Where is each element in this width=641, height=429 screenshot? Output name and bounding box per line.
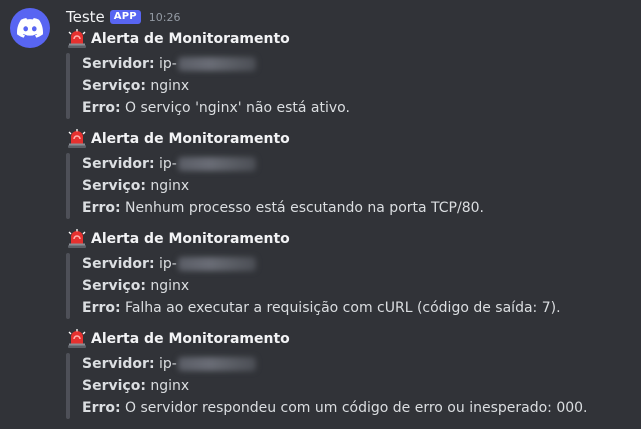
police-siren-icon	[68, 129, 86, 148]
redacted-hostname	[177, 57, 256, 71]
quote-bar	[66, 53, 70, 119]
service-line: Serviço: nginx	[82, 375, 189, 397]
error-value: O servidor respondeu com um código de er…	[125, 400, 588, 416]
alert-block: Alerta de Monitoramento Servidor: ip- Se…	[66, 229, 636, 329]
redacted-hostname	[177, 157, 256, 171]
server-line: Servidor: ip-	[82, 153, 256, 175]
author-name[interactable]: Teste	[66, 8, 105, 26]
error-line: Erro: Nenhum processo está escutando na …	[82, 197, 484, 219]
error-value: O serviço 'nginx' não está ativo.	[125, 100, 350, 116]
police-siren-icon	[68, 29, 86, 48]
message-content: Alerta de Monitoramento Servidor: ip- Se…	[66, 29, 636, 429]
server-label: Servidor:	[82, 156, 155, 172]
error-label: Erro:	[82, 400, 121, 416]
error-value: Falha ao executar a requisição com cURL …	[125, 300, 561, 316]
server-label: Servidor:	[82, 256, 155, 272]
server-line: Servidor: ip-	[82, 353, 256, 375]
service-label: Serviço:	[82, 78, 146, 94]
avatar[interactable]	[10, 8, 50, 48]
alert-title-text: Alerta de Monitoramento	[91, 131, 290, 147]
service-label: Serviço:	[82, 178, 146, 194]
redacted-hostname	[177, 357, 256, 371]
police-siren-icon	[68, 329, 86, 348]
alert-title-text: Alerta de Monitoramento	[91, 331, 290, 347]
alert-title-text: Alerta de Monitoramento	[91, 31, 290, 47]
alert-title: Alerta de Monitoramento	[66, 29, 636, 49]
error-label: Erro:	[82, 100, 121, 116]
server-value: ip-	[159, 256, 177, 272]
service-line: Serviço: nginx	[82, 275, 189, 297]
alert-title: Alerta de Monitoramento	[66, 229, 636, 249]
alert-block: Alerta de Monitoramento Servidor: ip- Se…	[66, 329, 636, 429]
error-line: Erro: O servidor respondeu com um código…	[82, 397, 588, 419]
alert-title-text: Alerta de Monitoramento	[91, 231, 290, 247]
police-siren-icon	[68, 229, 86, 248]
service-line: Serviço: nginx	[82, 75, 189, 97]
alert-quote: Servidor: ip- Serviço: nginx Erro: Nenhu…	[66, 153, 636, 219]
server-label: Servidor:	[82, 356, 155, 372]
message-timestamp[interactable]: 10:26	[149, 11, 181, 24]
alert-block: Alerta de Monitoramento Servidor: ip- Se…	[66, 29, 636, 129]
alert-quote: Servidor: ip- Serviço: nginx Erro: O ser…	[66, 353, 636, 419]
service-value: nginx	[150, 378, 190, 394]
service-value: nginx	[150, 178, 190, 194]
service-value: nginx	[150, 78, 190, 94]
service-label: Serviço:	[82, 278, 146, 294]
service-value: nginx	[150, 278, 190, 294]
server-label: Servidor:	[82, 56, 155, 72]
error-line: Erro: O serviço 'nginx' não está ativo.	[82, 97, 350, 119]
server-value: ip-	[159, 156, 177, 172]
quote-bar	[66, 353, 70, 419]
error-line: Erro: Falha ao executar a requisição com…	[82, 297, 561, 319]
error-label: Erro:	[82, 200, 121, 216]
error-label: Erro:	[82, 300, 121, 316]
alert-block: Alerta de Monitoramento Servidor: ip- Se…	[66, 129, 636, 229]
service-label: Serviço:	[82, 378, 146, 394]
quote-bar	[66, 253, 70, 319]
server-line: Servidor: ip-	[82, 53, 256, 75]
server-value: ip-	[159, 56, 177, 72]
message-header: Teste APP 10:26	[66, 7, 180, 27]
quote-bar	[66, 153, 70, 219]
redacted-hostname	[177, 257, 256, 271]
server-line: Servidor: ip-	[82, 253, 256, 275]
error-value: Nenhum processo está escutando na porta …	[125, 200, 484, 216]
discord-logo-icon	[17, 18, 43, 38]
alert-title: Alerta de Monitoramento	[66, 329, 636, 349]
alert-quote: Servidor: ip- Serviço: nginx Erro: Falha…	[66, 253, 636, 319]
app-badge: APP	[109, 10, 141, 24]
alert-quote: Servidor: ip- Serviço: nginx Erro: O ser…	[66, 53, 636, 119]
service-line: Serviço: nginx	[82, 175, 189, 197]
server-value: ip-	[159, 356, 177, 372]
alert-title: Alerta de Monitoramento	[66, 129, 636, 149]
